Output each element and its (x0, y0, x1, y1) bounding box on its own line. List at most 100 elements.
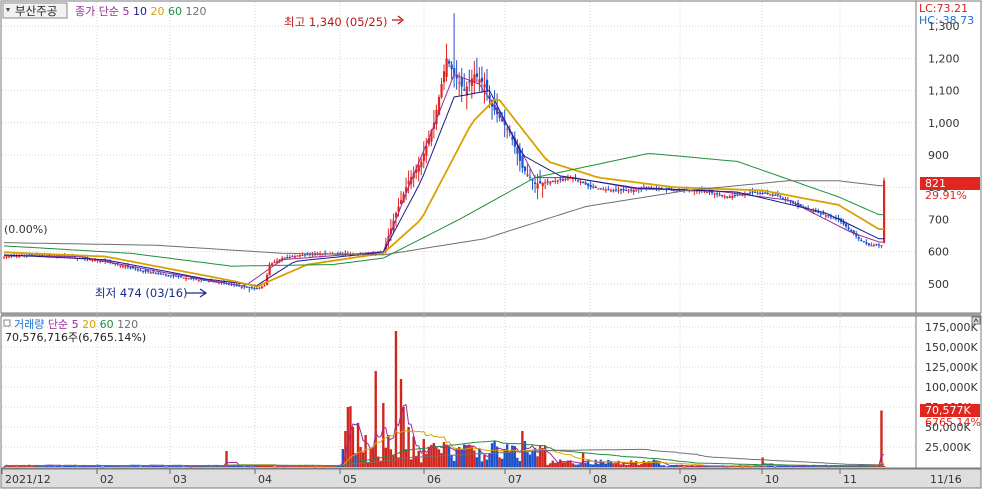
volume-bar (586, 461, 590, 467)
panel-splitter[interactable] (1, 313, 981, 316)
volume-bar (677, 466, 681, 467)
candle-body (149, 272, 152, 274)
price-tick-label: 1,200 (928, 52, 960, 65)
volume-bar (53, 466, 56, 467)
legend-item: 종가 단순 (75, 5, 119, 18)
volume-bar (602, 462, 605, 467)
date-tick-label: 08 (593, 473, 607, 486)
volume-bar (457, 447, 461, 467)
candle-body (539, 181, 542, 184)
candle-body (620, 189, 623, 191)
volume-bar (452, 460, 456, 467)
volume-bar (265, 465, 269, 467)
candle-body (453, 68, 456, 75)
candle-body (594, 187, 597, 189)
candle-body (516, 147, 519, 154)
candle-body (531, 179, 534, 181)
volume-bar (30, 466, 34, 467)
candle-body (470, 78, 474, 86)
candle-body (705, 191, 709, 193)
volume-bar (662, 465, 666, 467)
price-tick-label: 1,000 (928, 117, 960, 130)
candle-body (480, 77, 484, 82)
volume-bar (76, 466, 79, 467)
candle-body (721, 194, 724, 196)
legend-item: 단순 (44, 318, 68, 331)
candle-body (716, 193, 719, 195)
candle-body (536, 183, 539, 189)
candle-body (443, 71, 446, 83)
volume-bar (351, 427, 355, 467)
stock-chart[interactable]: 5006007008009001,0001,1001,2001,300 25,0… (0, 0, 982, 489)
candle-body (819, 213, 822, 215)
candle-body (867, 243, 871, 246)
volume-bar (561, 462, 565, 467)
volume-bar (409, 459, 413, 467)
volume-bar (581, 452, 585, 467)
volume-bar (713, 466, 716, 467)
candle-body (872, 245, 876, 247)
candle-body (162, 273, 165, 275)
volume-bar (612, 463, 615, 467)
volume-bar (741, 466, 744, 468)
volume-bar (270, 465, 274, 467)
volume-bar (599, 459, 602, 467)
candle-body (551, 180, 554, 182)
volume-bar (657, 463, 661, 467)
volume-bar (485, 459, 489, 467)
legend-item: 20 (147, 5, 165, 18)
volume-bar (624, 464, 628, 467)
volume-bar (531, 450, 534, 467)
candle-body (759, 192, 762, 194)
candle-body (675, 190, 678, 192)
candle-body (880, 245, 883, 247)
candle-body (549, 181, 552, 184)
candle-body (845, 223, 848, 227)
candle-body (478, 79, 481, 84)
candle-body (142, 270, 145, 272)
candle-body (422, 153, 425, 161)
volume-bar (483, 455, 486, 467)
candle-body (30, 254, 34, 256)
volume-ma-legend: 거래량 단순 5 20 60 120 (14, 318, 138, 331)
candle-body (766, 193, 769, 195)
volume-bar (627, 464, 630, 467)
candle-body (622, 189, 625, 191)
candle-body (713, 193, 716, 195)
volume-bar (369, 449, 372, 467)
candle-body (546, 181, 549, 183)
candle-body (506, 128, 509, 130)
volume-bar (473, 450, 476, 467)
candle-body (822, 213, 825, 215)
volume-bar (25, 466, 28, 467)
legend-item: 5 (68, 318, 79, 331)
volume-bar (683, 466, 686, 468)
volume-bar (364, 435, 367, 467)
candle-body (197, 279, 200, 281)
volume-bar (523, 440, 527, 467)
low-annotation: 최저 474 (03/16) (95, 286, 188, 300)
candle-body (88, 259, 92, 261)
panel-toggle-button[interactable] (971, 316, 981, 325)
volume-bar (422, 439, 425, 467)
candle-body (263, 285, 266, 287)
volume-bar (321, 466, 324, 468)
volume-bar (571, 463, 575, 467)
volume-info: 70,576,716주(6,765.14%) (5, 331, 146, 344)
date-axis-frame (0, 468, 982, 489)
volume-bar (726, 466, 729, 468)
volume-bar (806, 466, 810, 467)
candle-body (771, 194, 774, 196)
candle-body (185, 278, 188, 280)
volume-bar (243, 466, 246, 467)
candle-body (827, 215, 830, 217)
candle-body (566, 178, 570, 180)
candle-body (609, 190, 613, 192)
volume-bar (164, 466, 168, 468)
candle-body (824, 215, 828, 217)
candle-body (121, 265, 125, 267)
volume-bar (503, 448, 506, 467)
date-tick-label: 11 (843, 473, 857, 486)
volume-bar (791, 466, 795, 468)
legend-item: 120 (182, 5, 207, 18)
